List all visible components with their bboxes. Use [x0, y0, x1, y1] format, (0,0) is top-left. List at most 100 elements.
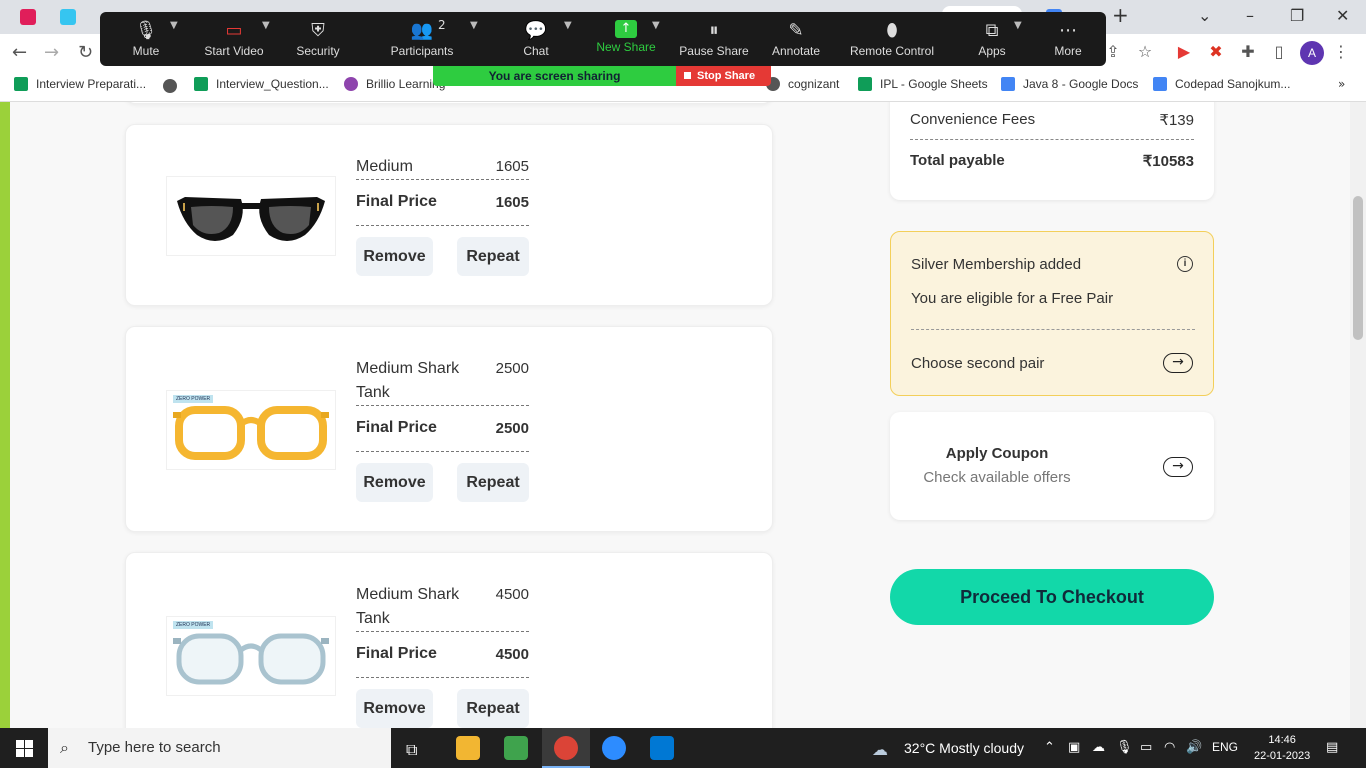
- side-panel-icon[interactable]: ▯: [1268, 42, 1290, 62]
- repeat-button[interactable]: Repeat: [457, 237, 529, 276]
- scrollbar-thumb[interactable]: [1353, 196, 1363, 340]
- stop-share-button[interactable]: Stop Share: [676, 66, 771, 86]
- apps-button[interactable]: ⧉ Apps: [970, 12, 1014, 66]
- bookmark-item[interactable]: Codepad Sanojkum...: [1153, 77, 1290, 91]
- bookmark-item[interactable]: cognizant: [766, 77, 839, 91]
- windows-start-icon[interactable]: [16, 740, 33, 757]
- volume-icon[interactable]: 🔊: [1186, 740, 1202, 755]
- taskbar-search[interactable]: ⌕ Type here to search: [48, 728, 391, 768]
- repeat-button[interactable]: Repeat: [457, 463, 529, 502]
- arrow-right-icon[interactable]: →: [1163, 353, 1193, 373]
- price-summary: Convenience Fees ₹139 Total payable ₹105…: [890, 102, 1214, 200]
- more-button[interactable]: ⋯ More: [1046, 12, 1090, 66]
- onedrive-icon[interactable]: ☁: [1092, 740, 1105, 755]
- reload-icon[interactable]: ↻: [78, 42, 93, 63]
- apply-coupon-title: Apply Coupon: [945, 445, 1049, 462]
- divider: [356, 631, 529, 632]
- choose-second-pair-label[interactable]: Choose second pair: [911, 355, 1044, 372]
- screen-sharing-banner[interactable]: You are screen sharing: [433, 66, 676, 86]
- bookmark-item[interactable]: Brillio Learning: [344, 77, 445, 91]
- puzzle-icon[interactable]: ✚: [1237, 42, 1259, 62]
- sheets-icon: [194, 77, 208, 91]
- new-tab-icon[interactable]: +: [1112, 3, 1129, 27]
- extension-icon[interactable]: ✖: [1205, 42, 1227, 62]
- notifications-icon[interactable]: ▤: [1326, 740, 1338, 755]
- chevron-down-icon[interactable]: ▼: [1014, 20, 1022, 31]
- convenience-fees-row: Convenience Fees ₹139: [910, 111, 1194, 129]
- microphone-icon[interactable]: 🎙: [1116, 740, 1133, 755]
- task-view-icon[interactable]: ⧉: [406, 740, 417, 760]
- remote-control-button[interactable]: ⬮ Remote Control: [844, 12, 940, 66]
- start-video-button[interactable]: ▭ Start Video: [198, 12, 270, 66]
- bookmark-star-icon[interactable]: ☆: [1134, 42, 1156, 62]
- wifi-icon[interactable]: ◠: [1164, 740, 1175, 755]
- stop-icon: [684, 72, 691, 79]
- product-image[interactable]: [166, 176, 336, 256]
- remove-button[interactable]: Remove: [356, 237, 433, 276]
- slack-tab-icon[interactable]: [60, 9, 76, 25]
- weather-icon[interactable]: ☁: [872, 740, 888, 759]
- product-image[interactable]: ZERO POWER: [166, 390, 336, 470]
- chevron-up-icon[interactable]: ⌃: [1044, 740, 1055, 755]
- security-button[interactable]: ⛨ Security: [290, 12, 346, 66]
- system-clock[interactable]: 14:46 22-01-2023: [1254, 732, 1310, 764]
- bookmark-item[interactable]: IPL - Google Sheets: [858, 77, 988, 91]
- chrome-icon[interactable]: [554, 736, 578, 760]
- extension-icon[interactable]: ▶: [1173, 42, 1195, 62]
- forward-icon[interactable]: →: [44, 42, 59, 63]
- windows-taskbar: ⌕ Type here to search ⧉ ☁ 32°C Mostly cl…: [0, 728, 1366, 768]
- product-name: Medium Shark Tank: [356, 586, 460, 627]
- repeat-button[interactable]: Repeat: [457, 689, 529, 728]
- tab-search-icon[interactable]: ⌄: [1198, 6, 1211, 25]
- notes-app-icon[interactable]: [504, 736, 528, 760]
- sheets-icon: [14, 77, 28, 91]
- minimize-icon[interactable]: –: [1246, 6, 1254, 25]
- chevron-down-icon[interactable]: ▼: [470, 20, 478, 31]
- tray-icon[interactable]: ▣: [1068, 740, 1080, 755]
- divider: [356, 451, 529, 452]
- bookmark-item[interactable]: Java 8 - Google Docs: [1001, 77, 1138, 91]
- chevron-down-icon[interactable]: ▼: [652, 20, 660, 31]
- back-icon[interactable]: ←: [12, 42, 27, 63]
- pause-share-button[interactable]: ⏸ Pause Share: [678, 12, 750, 66]
- participants-button[interactable]: 👥 Participants: [382, 12, 462, 66]
- apply-coupon-card[interactable]: Apply Coupon Check available offers →: [890, 412, 1214, 520]
- weather-text[interactable]: 32°C Mostly cloudy: [904, 740, 1024, 756]
- bookmark-item[interactable]: Interview Preparati...: [14, 77, 146, 91]
- bookmark-item[interactable]: Interview_Question...: [194, 77, 329, 91]
- proceed-to-checkout-button[interactable]: Proceed To Checkout: [890, 569, 1214, 625]
- product-price: 4500: [495, 586, 529, 603]
- product-image[interactable]: ZERO POWER: [166, 616, 336, 696]
- chevron-down-icon[interactable]: ▼: [170, 20, 178, 31]
- chevron-down-icon[interactable]: ▼: [262, 20, 270, 31]
- annotate-button[interactable]: ✎ Annotate: [766, 12, 826, 66]
- info-icon[interactable]: i: [1177, 256, 1193, 272]
- chat-icon: 💬: [524, 20, 548, 41]
- zoom-meeting-bar: 🎙 Mute ▼ ▭ Start Video ▼ ⛨ Security 👥 Partic…: [100, 12, 1106, 66]
- eyeglasses-image: [173, 633, 329, 685]
- page-scrollbar[interactable]: [1350, 102, 1366, 728]
- mute-button[interactable]: 🎙 Mute: [118, 12, 174, 66]
- slack-tab-icon[interactable]: [20, 9, 36, 25]
- language-indicator[interactable]: ENG: [1212, 740, 1238, 754]
- vscode-icon[interactable]: [650, 736, 674, 760]
- more-bookmarks-icon[interactable]: »: [1338, 77, 1345, 91]
- profile-avatar[interactable]: A: [1300, 41, 1324, 65]
- menu-icon[interactable]: ⋮: [1330, 42, 1352, 62]
- chat-button[interactable]: 💬 Chat: [508, 12, 564, 66]
- divider: [356, 179, 529, 180]
- total-payable-label: Total payable: [910, 152, 1005, 169]
- video-off-icon: ▭: [225, 20, 243, 41]
- remove-button[interactable]: Remove: [356, 463, 433, 502]
- battery-icon[interactable]: ▭: [1140, 740, 1152, 755]
- restore-icon[interactable]: ❐: [1290, 6, 1304, 25]
- cart-item-card: ZERO POWER Medium Shark Tank 4500 Final …: [125, 552, 773, 728]
- chevron-down-icon[interactable]: ▼: [564, 20, 572, 31]
- total-payable-row: Total payable ₹10583: [910, 152, 1194, 170]
- zoom-icon[interactable]: [602, 736, 626, 760]
- file-explorer-icon[interactable]: [456, 736, 480, 760]
- arrow-right-icon[interactable]: →: [1163, 457, 1193, 477]
- globe-icon[interactable]: [163, 79, 177, 93]
- close-icon[interactable]: ✕: [1336, 6, 1349, 25]
- remove-button[interactable]: Remove: [356, 689, 433, 728]
